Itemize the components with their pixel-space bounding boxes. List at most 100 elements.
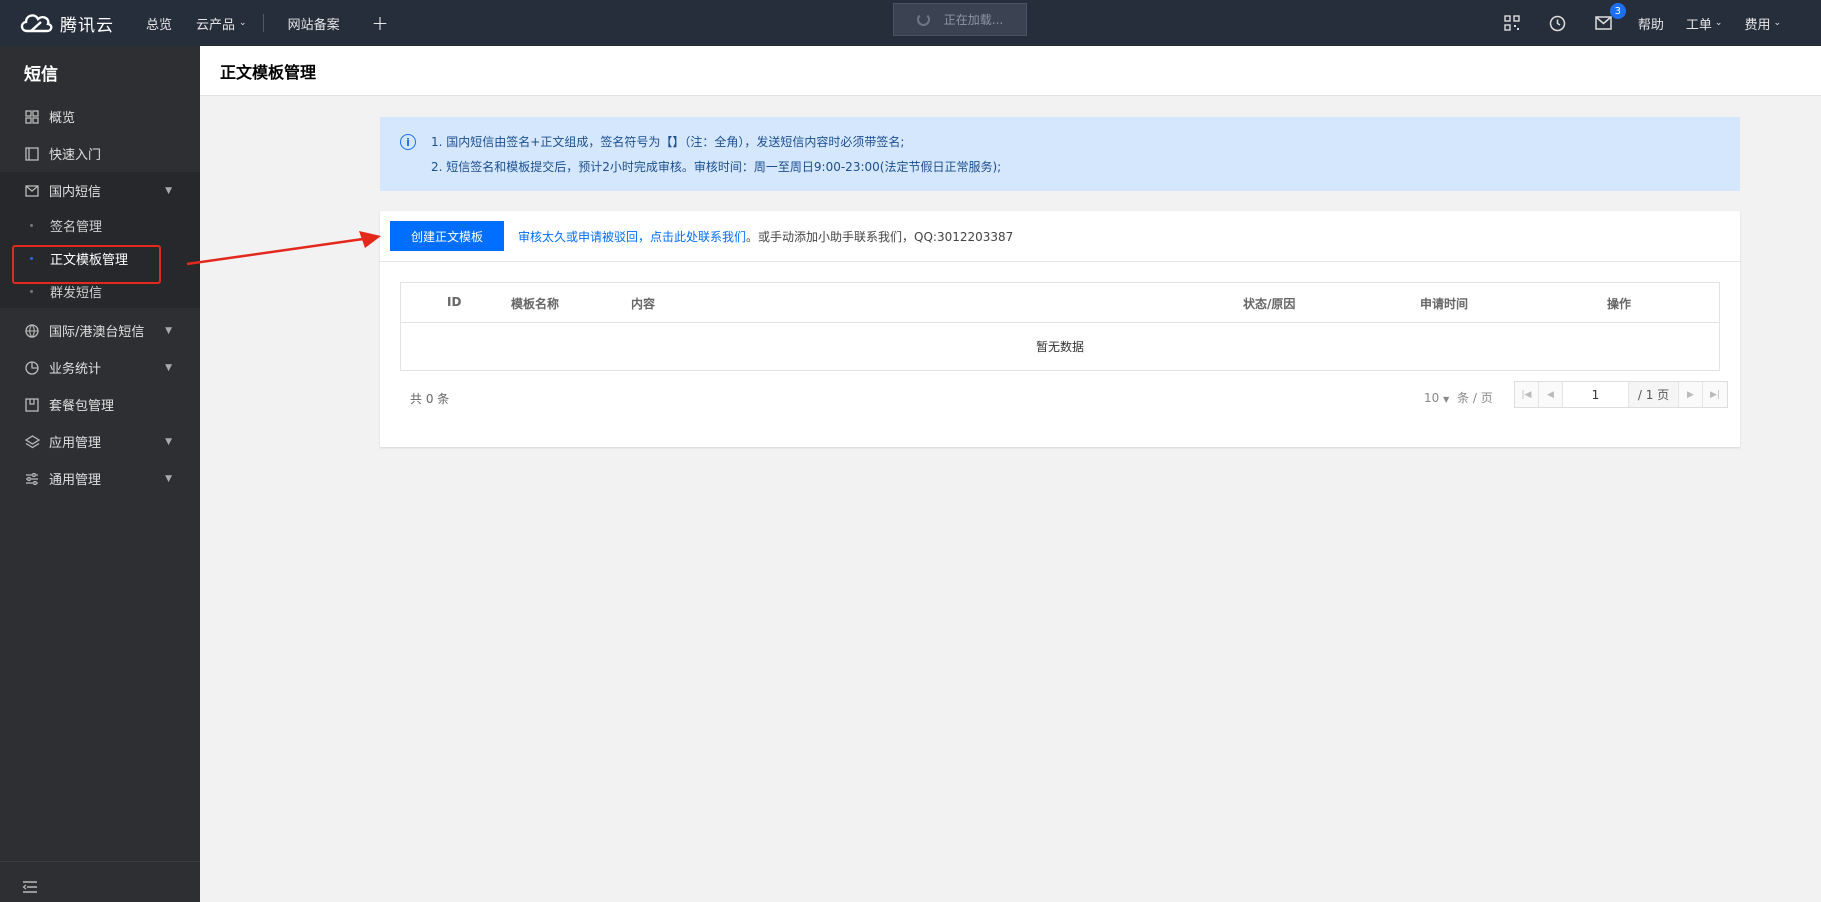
empty-state: 暂无数据 — [1035, 340, 1084, 354]
mail-icon[interactable]: 3 — [1594, 3, 1626, 33]
sidebar-item-statistics[interactable]: 业务统计 ▼ — [0, 349, 200, 386]
sidebar-item-label: 国际/港澳台短信 — [49, 325, 145, 340]
sidebar-item-label: 通用管理 — [49, 473, 102, 488]
info-icon: i — [400, 134, 416, 150]
total-count: 共 0 条 — [410, 392, 450, 406]
nav-divider — [262, 14, 264, 32]
page-number-input[interactable]: 1 — [1563, 382, 1629, 407]
sidebar-item-overview[interactable]: 概览 — [0, 98, 200, 135]
template-card: 创建正文模板 审核太久或申请被驳回，点击此处联系我们。或手动添加小助手联系我们，… — [380, 211, 1740, 447]
sidebar-item-apps[interactable]: 应用管理 ▼ — [0, 423, 200, 460]
page-size-select[interactable]: 10 ▼ 条 / 页 — [1424, 389, 1493, 406]
clock-icon[interactable] — [1548, 13, 1568, 33]
sidebar-item-label: 国内短信 — [49, 185, 102, 200]
nav-icp-filing[interactable]: 网站备案 — [288, 14, 340, 33]
help-label: 帮助 — [1637, 17, 1664, 33]
nav-products-label: 云产品 — [196, 17, 236, 33]
caret-down-icon: ▼ — [165, 436, 172, 447]
loading-text: 正在加载... — [943, 13, 1004, 27]
top-nav: 总览 云产品 ⌄ 网站备案 + — [132, 11, 388, 35]
sidebar-subitem-signatures[interactable]: 签名管理 — [0, 209, 200, 242]
notice-line: 2. 短信签名和模板提交后，预计2小时完成审核。审核时间：周一至周日9:00-2… — [431, 160, 1002, 174]
nav-products[interactable]: 云产品 ⌄ — [196, 14, 247, 33]
ticket-label: 工单 — [1685, 17, 1712, 33]
package-icon — [24, 397, 40, 413]
sidebar-item-general[interactable]: 通用管理 ▼ — [0, 460, 200, 497]
table-footer: 共 0 条 10 ▼ 条 / 页 |◀ ◀ 1 / 1 页 ▶ ▶| — [400, 381, 1728, 411]
chevron-down-icon: ⌄ — [239, 18, 247, 28]
prev-page-icon[interactable]: ◀ — [1539, 382, 1563, 407]
column-header-apply-time: 申请时间 — [1420, 297, 1469, 311]
ticket-menu[interactable]: 工单 ⌄ — [1686, 14, 1723, 33]
page-size-value: 10 — [1424, 391, 1440, 405]
sidebar-title: 短信 — [24, 64, 58, 85]
next-page-icon[interactable]: ▶ — [1679, 382, 1703, 407]
caret-down-icon: ▼ — [1443, 395, 1450, 404]
bullet-icon — [30, 224, 33, 227]
add-shortcut-icon[interactable]: + — [372, 11, 389, 35]
sidebar-divider — [0, 861, 200, 862]
sidebar-item-packages[interactable]: 套餐包管理 — [0, 386, 200, 423]
page-size-unit: 条 / 页 — [1457, 391, 1493, 405]
template-table: ID 模板名称 内容 状态/原因 申请时间 操作 暂无数据 — [400, 282, 1720, 371]
caret-down-icon: ▼ — [165, 362, 172, 373]
caret-down-icon: ▼ — [165, 185, 172, 196]
last-page-icon[interactable]: ▶| — [1703, 382, 1727, 407]
sidebar-item-label: 快速入门 — [49, 148, 102, 163]
book-icon — [24, 146, 40, 162]
billing-menu[interactable]: 费用 ⌄ — [1744, 14, 1781, 33]
column-header-content: 内容 — [631, 297, 656, 311]
cloud-logo-icon — [20, 14, 53, 33]
grid-icon — [24, 109, 40, 125]
sidebar-item-label: 业务统计 — [49, 362, 102, 377]
contact-hint-text: 。或手动添加小助手联系我们，QQ:3012203387 — [746, 229, 1014, 244]
sliders-icon — [24, 471, 40, 487]
loading-indicator: 正在加载... — [893, 3, 1027, 36]
page-title: 正文模板管理 — [200, 46, 1821, 96]
sidebar-item-label: 应用管理 — [49, 436, 102, 451]
create-template-button[interactable]: 创建正文模板 — [390, 221, 504, 251]
brand-name: 腾讯云 — [60, 15, 114, 36]
pie-chart-icon — [24, 360, 40, 376]
billing-label: 费用 — [1744, 17, 1771, 33]
chevron-down-icon: ⌄ — [1714, 18, 1723, 28]
highlight-annotation-box — [12, 245, 161, 284]
mail-count-badge: 3 — [1609, 3, 1626, 19]
sidebar-item-international-sms[interactable]: 国际/港澳台短信 ▼ — [0, 312, 200, 349]
sidebar-item-quickstart[interactable]: 快速入门 — [0, 135, 200, 172]
chevron-down-icon: ⌄ — [1773, 18, 1781, 28]
column-header-id: ID — [447, 295, 462, 309]
brand-logo[interactable]: 腾讯云 — [0, 10, 132, 36]
sidebar-item-label: 概览 — [49, 111, 76, 126]
qrcode-icon[interactable] — [1502, 13, 1522, 33]
sidebar-subitem-label: 群发短信 — [50, 286, 103, 301]
contact-us-link[interactable]: 审核太久或申请被驳回，点击此处联系我们 — [518, 230, 746, 244]
sidebar-subitem-label: 签名管理 — [50, 220, 103, 235]
column-header-name: 模板名称 — [511, 297, 560, 311]
contact-hint: 审核太久或申请被驳回，点击此处联系我们。或手动添加小助手联系我们，QQ:3012… — [518, 228, 1013, 245]
bullet-icon — [30, 290, 33, 293]
first-page-icon[interactable]: |◀ — [1515, 382, 1539, 407]
pagination: |◀ ◀ 1 / 1 页 ▶ ▶| — [1514, 381, 1728, 408]
spinner-icon — [916, 13, 930, 26]
caret-down-icon: ▼ — [165, 473, 172, 484]
column-header-status: 状态/原因 — [1243, 297, 1296, 311]
top-right-tools: 3 帮助 工单 ⌄ 费用 ⌄ — [1502, 0, 1821, 46]
mail-icon — [24, 183, 40, 199]
nav-overview[interactable]: 总览 — [146, 14, 172, 33]
nav-icp-filing-label: 网站备案 — [287, 17, 340, 33]
sidebar: 短信 概览 快速入门 国内短信 ▼ 签名管理 正文模板管理 群发短信 国际/港澳… — [0, 46, 200, 902]
nav-overview-label: 总览 — [146, 17, 173, 33]
table-header: ID 模板名称 内容 状态/原因 申请时间 操作 — [401, 283, 1719, 323]
column-header-actions: 操作 — [1607, 297, 1632, 311]
caret-down-icon: ▼ — [165, 325, 172, 336]
collapse-sidebar-icon[interactable] — [22, 880, 40, 896]
notice-line: 1. 国内短信由签名+正文组成，签名符号为【】（注：全角），发送短信内容时必须带… — [431, 135, 905, 149]
card-toolbar: 创建正文模板 审核太久或申请被驳回，点击此处联系我们。或手动添加小助手联系我们，… — [380, 211, 1740, 262]
help-link[interactable]: 帮助 — [1638, 14, 1664, 33]
annotation-arrow-icon — [186, 231, 381, 266]
sidebar-item-domestic-sms[interactable]: 国内短信 ▼ — [0, 172, 200, 209]
info-notice: i 1. 国内短信由签名+正文组成，签名符号为【】（注：全角），发送短信内容时必… — [380, 117, 1740, 191]
top-bar: 腾讯云 总览 云产品 ⌄ 网站备案 + 正在加载... 3 帮助 工单 ⌄ 费用 ⌄ — [0, 0, 1821, 46]
layers-icon — [24, 434, 40, 450]
